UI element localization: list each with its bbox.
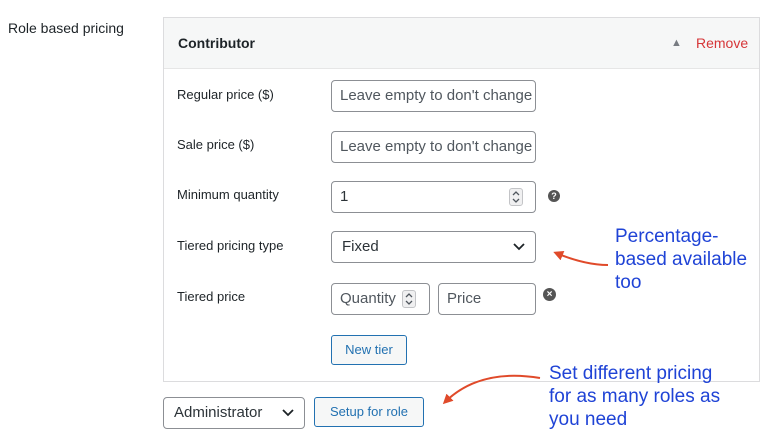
annotation-arrows (442, 251, 609, 405)
arrow-to-setup-role (442, 374, 541, 405)
arrow-to-tiered-type (553, 251, 609, 266)
